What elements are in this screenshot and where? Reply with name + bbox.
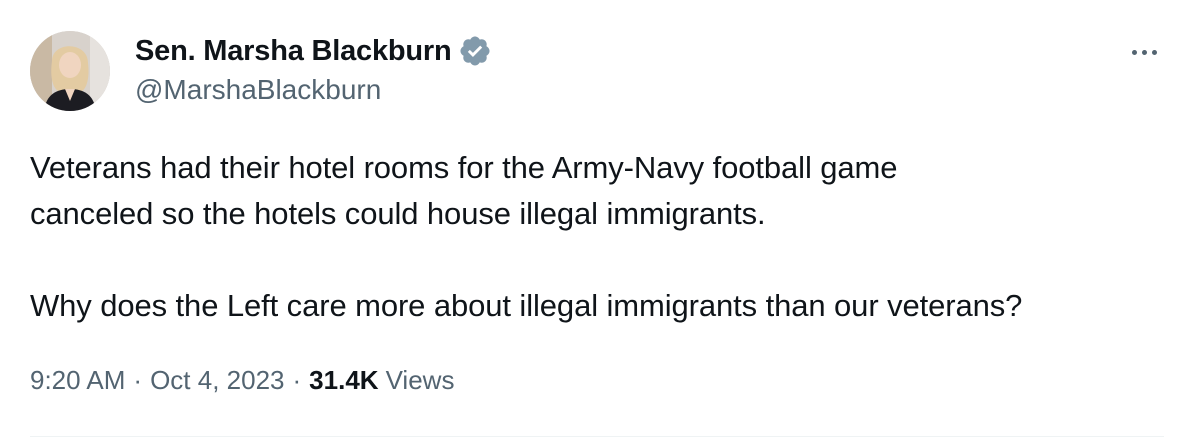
tweet: Sen. Marsha Blackburn @MarshaBlackburn V… (0, 0, 1194, 438)
timestamp-time[interactable]: 9:20 AM (30, 365, 125, 396)
more-horizontal-icon (1131, 49, 1137, 55)
meta-separator: · (292, 365, 302, 395)
timestamp-date[interactable]: Oct 4, 2023 (150, 365, 284, 396)
tweet-text-line: Veterans had their hotel rooms for the A… (30, 150, 898, 185)
tweet-text-line: Why does the Left care more about illega… (30, 288, 1023, 323)
more-horizontal-icon-dot (1141, 49, 1147, 55)
more-horizontal-icon-dot (1151, 49, 1157, 55)
handle[interactable]: @MarshaBlackburn (135, 74, 1035, 106)
more-options-button[interactable] (1124, 40, 1164, 64)
avatar-image (30, 31, 110, 111)
name-row: Sen. Marsha Blackburn (135, 30, 1035, 72)
tweet-meta: 9:20 AM · Oct 4, 2023 · 31.4K Views (30, 365, 454, 396)
views-count[interactable]: 31.4K (309, 365, 378, 396)
divider (30, 436, 1164, 437)
meta-separator: · (133, 365, 143, 395)
views-label: Views (385, 365, 455, 395)
display-name[interactable]: Sen. Marsha Blackburn (135, 35, 452, 68)
verified-badge-icon[interactable] (458, 34, 492, 68)
tweet-text: Veterans had their hotel rooms for the A… (30, 145, 1170, 329)
tweet-header: Sen. Marsha Blackburn @MarshaBlackburn (135, 30, 1035, 106)
avatar[interactable] (30, 31, 110, 111)
tweet-text-line: canceled so the hotels could house illeg… (30, 196, 766, 231)
